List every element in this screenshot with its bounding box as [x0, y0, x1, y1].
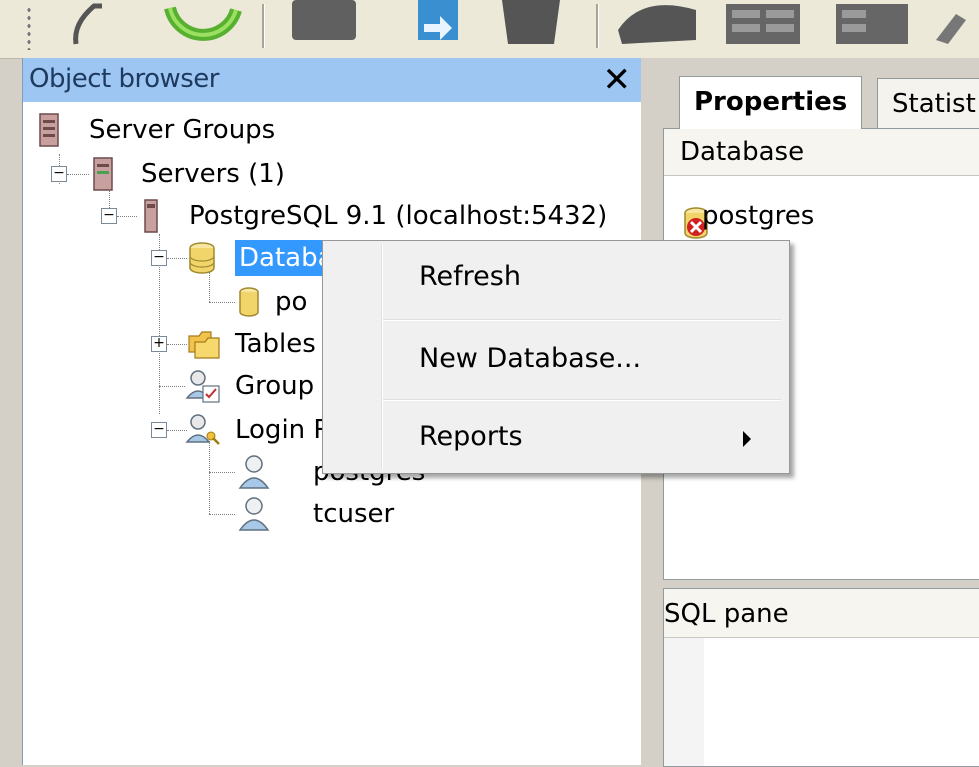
user-icon	[238, 455, 270, 489]
drop-object-icon[interactable]	[496, 0, 566, 48]
sql-pane-title: SQL pane	[664, 599, 789, 629]
menu-icon-gutter	[381, 245, 383, 469]
menu-separator	[383, 319, 781, 321]
toolbar-separator	[262, 4, 265, 48]
tree-item-label: Group	[235, 371, 315, 401]
server-icon	[93, 157, 113, 191]
menu-separator	[383, 399, 781, 401]
create-object-icon[interactable]	[410, 0, 466, 48]
tree-item-label: po	[275, 287, 308, 317]
properties-column-header[interactable]: Database	[664, 129, 979, 176]
tree-line	[167, 430, 187, 431]
tree-item-label: PostgreSQL 9.1 (localhost:5432)	[189, 201, 608, 231]
tree-item-label: Tables	[235, 329, 316, 359]
tree-line	[67, 174, 89, 175]
object-browser-title-bar: Object browser ✕	[23, 58, 641, 102]
collapse-toggle-icon[interactable]: −	[151, 422, 167, 438]
tree-line	[159, 386, 185, 387]
database-icon	[239, 287, 259, 317]
tab-bar: Properties Statist	[659, 58, 979, 130]
tree-line	[209, 302, 235, 303]
tree-item-label: Server Groups	[89, 115, 276, 145]
sql-editor-gutter	[664, 638, 704, 766]
toolbar-grip[interactable]	[26, 6, 32, 50]
tree-line	[209, 514, 235, 515]
collapse-toggle-icon[interactable]: −	[101, 208, 117, 224]
list-item-label: postgres	[702, 201, 815, 231]
tree-line	[209, 472, 235, 473]
submenu-arrow-icon	[743, 431, 751, 447]
collapse-toggle-icon[interactable]: −	[151, 250, 167, 266]
filter-data-icon[interactable]	[834, 0, 914, 48]
sql-pane: SQL pane	[663, 588, 979, 767]
tree-line	[167, 258, 187, 259]
tree-line	[117, 216, 137, 217]
menu-item-reports[interactable]: Reports	[419, 419, 523, 455]
tree-item-label: Login R	[235, 415, 332, 445]
column-header-label: Database	[680, 137, 805, 167]
login-roles-icon	[185, 414, 220, 445]
view-data-icon[interactable]	[724, 0, 804, 48]
tree-line	[167, 344, 187, 345]
group-roles-icon	[185, 370, 220, 403]
tree-item-label: Servers (1)	[141, 159, 285, 189]
connect-icon[interactable]	[58, 0, 118, 48]
user-icon	[238, 497, 270, 531]
toolbar-separator	[596, 4, 599, 48]
tab-statistics[interactable]: Statist	[877, 78, 979, 129]
tab-properties[interactable]: Properties	[679, 76, 863, 129]
refresh-icon[interactable]	[160, 0, 246, 48]
collapse-toggle-icon[interactable]: −	[51, 166, 67, 182]
server-group-icon	[39, 113, 59, 147]
close-icon[interactable]: ✕	[603, 60, 632, 100]
postgresql-server-icon	[144, 199, 158, 233]
expand-toggle-icon[interactable]: +	[151, 336, 167, 352]
object-browser-title: Object browser	[29, 64, 219, 94]
toolbar	[0, 0, 979, 59]
tablespaces-icon	[188, 331, 220, 359]
menu-item-new-database[interactable]: New Database...	[419, 341, 641, 377]
tree-line	[209, 272, 210, 302]
properties-icon[interactable]	[286, 0, 362, 48]
sql-icon[interactable]	[612, 0, 702, 48]
maintenance-icon[interactable]	[930, 0, 979, 48]
context-menu: Refresh New Database... Reports	[322, 240, 790, 474]
menu-item-refresh[interactable]: Refresh	[419, 259, 521, 295]
sql-pane-header: SQL pane	[664, 589, 979, 638]
tree-item-label: tcuser	[313, 499, 395, 529]
databases-icon	[189, 242, 215, 274]
